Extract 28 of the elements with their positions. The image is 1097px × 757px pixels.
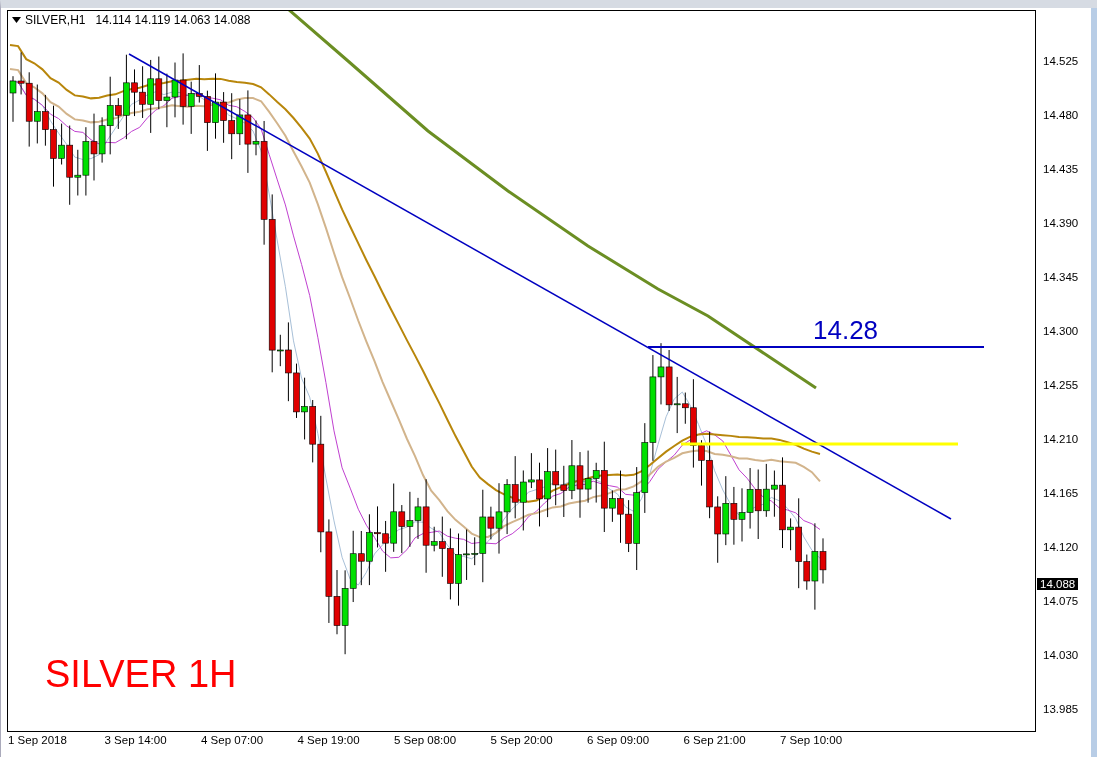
price-tick-label: 14.525 xyxy=(1043,55,1079,67)
price-tick-label: 14.300 xyxy=(1043,325,1079,337)
price-tick-label: 14.120 xyxy=(1043,541,1079,553)
time-tick-label: 4 Sep 07:00 xyxy=(201,734,264,746)
level-label: 14.28 xyxy=(813,315,879,346)
price-quote: 14.114 14.119 14.063 14.088 xyxy=(95,13,251,27)
price-tick-label: 14.480 xyxy=(1043,109,1079,121)
time-tick-label: 1 Sep 2018 xyxy=(8,734,67,746)
price-tick-label: 14.210 xyxy=(1043,433,1079,445)
price-tick-label: 13.985 xyxy=(1043,703,1079,715)
time-tick-label: 6 Sep 09:00 xyxy=(587,734,650,746)
price-tick-label: 14.165 xyxy=(1043,487,1079,499)
price-tick-label: 14.345 xyxy=(1043,271,1079,283)
price-tick-label: 14.435 xyxy=(1043,163,1079,175)
time-tick-label: 5 Sep 20:00 xyxy=(490,734,553,746)
current-price-tag: 14.088 xyxy=(1037,578,1079,590)
chart-caption: SILVER 1H xyxy=(45,653,237,696)
time-tick-label: 7 Sep 10:00 xyxy=(780,734,843,746)
price-tick-label: 14.075 xyxy=(1043,595,1079,607)
symbol-label: SILVER,H1 xyxy=(25,13,86,27)
price-tick-label: 14.255 xyxy=(1043,379,1079,391)
price-tick-label: 14.030 xyxy=(1043,649,1079,661)
time-tick-label: 4 Sep 19:00 xyxy=(297,734,360,746)
time-tick-label: 3 Sep 14:00 xyxy=(104,734,167,746)
price-tick-label: 14.390 xyxy=(1043,217,1079,229)
time-tick-label: 5 Sep 08:00 xyxy=(394,734,457,746)
time-tick-label: 6 Sep 21:00 xyxy=(683,734,746,746)
dropdown-triangle-icon[interactable] xyxy=(12,17,21,23)
